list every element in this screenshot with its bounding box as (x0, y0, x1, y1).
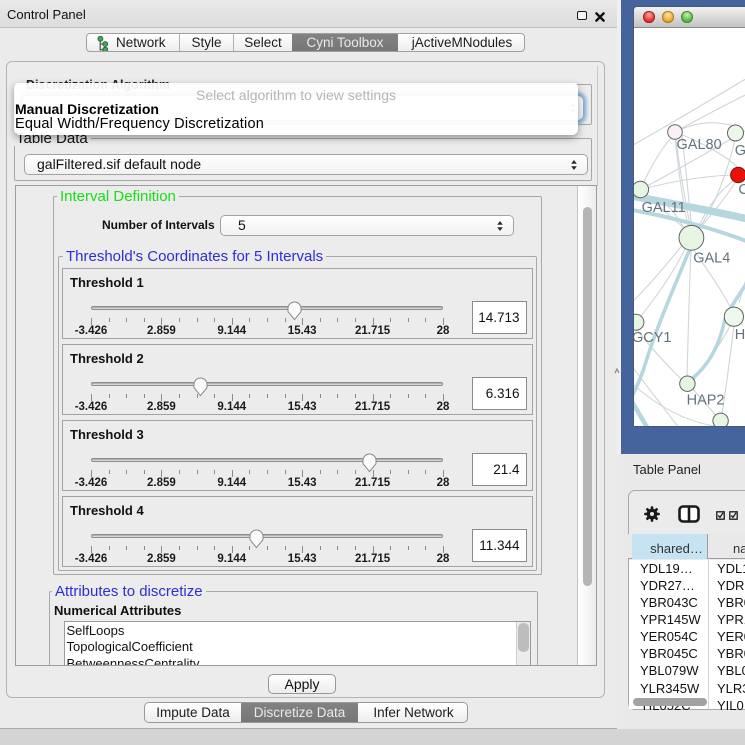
svg-text:GAL7: GAL7 (735, 143, 745, 159)
svg-text:CDC1: CDC1 (738, 182, 745, 198)
svg-text:HAP2: HAP2 (687, 393, 725, 409)
svg-text:GAL4: GAL4 (693, 251, 730, 267)
svg-text:HIS: HIS (735, 327, 745, 343)
svg-text:GCY1: GCY1 (634, 330, 672, 346)
svg-text:GAL80: GAL80 (677, 137, 722, 153)
svg-text:GAL11: GAL11 (642, 200, 686, 216)
